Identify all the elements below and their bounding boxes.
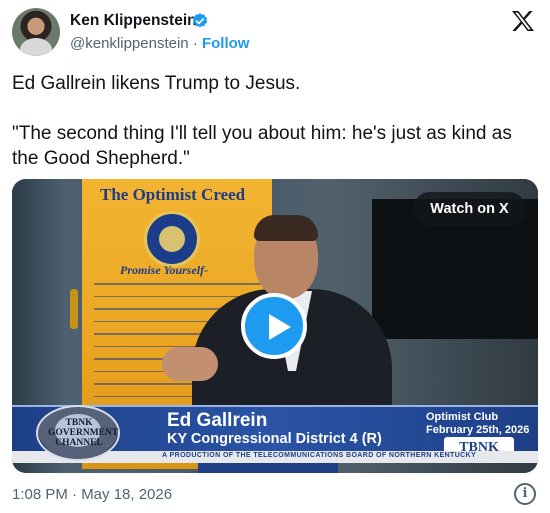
speaker-hair (254, 215, 318, 241)
tassel (70, 289, 78, 329)
author-handle-row: @kenklippenstein · Follow (70, 35, 249, 52)
banner-title: The Optimist Creed (100, 185, 246, 204)
production-note: A PRODUCTION OF THE TELECOMMUNICATIONS B… (162, 452, 477, 459)
author-avatar[interactable] (12, 8, 60, 56)
event-line-2: February 25th, 2026 (426, 424, 530, 436)
x-logo-icon[interactable] (511, 10, 535, 32)
info-icon[interactable]: i (514, 483, 536, 505)
podium-sign (198, 463, 338, 473)
badge-text: TBNK GOVERNMENT CHANNEL (48, 418, 119, 448)
tweet-card: Ken Klippenstein @kenklippenstein · Foll… (0, 0, 550, 513)
tweet-text-line-1: Ed Gallrein likens Trump to Jesus. (12, 73, 301, 94)
tweet-text-line-2: "The second thing I'll tell you about hi… (12, 123, 512, 169)
government-channel-badge: TBNK GOVERNMENT CHANNEL (36, 405, 120, 461)
verified-badge-icon (192, 13, 208, 28)
follow-button[interactable]: Follow (202, 35, 250, 52)
author-handle[interactable]: @kenklippenstein (70, 35, 189, 52)
play-icon[interactable] (241, 293, 307, 359)
separator: · (192, 35, 198, 52)
watch-on-x-button[interactable]: Watch on X (413, 192, 526, 226)
lower-third-title: KY Congressional District 4 (R) (167, 431, 382, 447)
speaker-hand (162, 347, 218, 381)
event-line-1: Optimist Club (426, 411, 499, 423)
lower-third-name: Ed Gallrein (167, 410, 268, 431)
video-player[interactable]: The Optimist Creed Promise Yourself- Wat… (12, 179, 538, 473)
author-name[interactable]: Ken Klippenstein (70, 12, 197, 30)
tweet-timestamp[interactable]: 1:08 PM · May 18, 2026 (12, 486, 172, 503)
